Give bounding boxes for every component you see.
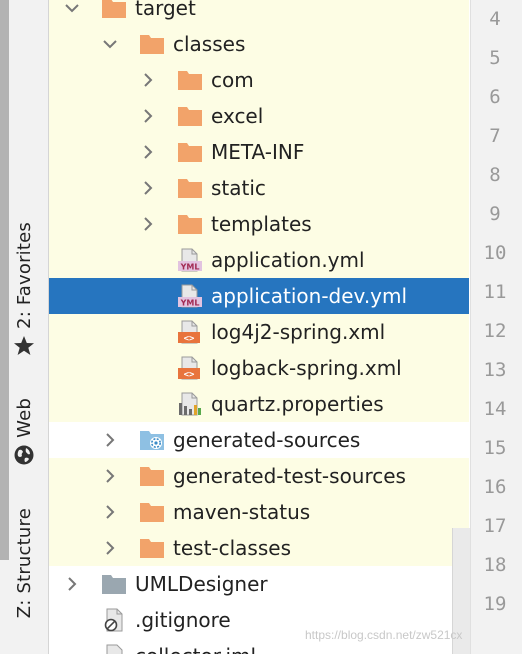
line-number: 18	[483, 554, 507, 576]
source-folder-icon	[140, 431, 164, 450]
tree-row-application-yml[interactable]: YML application.yml	[49, 242, 469, 278]
tree-row-log4j2-spring-xml[interactable]: <> log4j2-spring.xml	[49, 314, 469, 350]
folder-orange-icon	[140, 35, 164, 54]
star-icon	[13, 335, 35, 361]
tree-item-label: .gitignore	[135, 608, 231, 632]
folder-orange-icon	[178, 215, 202, 234]
tree-item-label: classes	[173, 32, 246, 56]
chevron-right-icon[interactable]	[139, 107, 157, 125]
tree-item-label: UMLDesigner	[135, 572, 268, 596]
chevron-right-icon[interactable]	[101, 503, 119, 521]
folder-orange-icon	[102, 0, 126, 18]
folder-orange-icon	[178, 71, 202, 90]
tree-row-test-classes[interactable]: test-classes	[49, 530, 469, 566]
structure-tab-label: Z: Structure	[13, 508, 35, 619]
line-number: 6	[489, 86, 501, 108]
tree-row-umldesigner[interactable]: UMLDesigner	[49, 566, 469, 602]
folder-orange-icon	[178, 107, 202, 126]
yml-file-icon: YML	[178, 284, 202, 308]
svg-text:<>: <>	[184, 370, 195, 380]
tree-row-maven-status[interactable]: maven-status	[49, 494, 469, 530]
tree-row-target[interactable]: target	[49, 0, 469, 26]
line-number: 19	[483, 593, 507, 615]
web-tab[interactable]: Web	[7, 398, 41, 470]
xml-file-icon: <>	[178, 356, 200, 380]
svg-text:<>: <>	[184, 334, 195, 344]
tree-item-label: target	[135, 0, 196, 20]
xml-file-icon: <>	[178, 320, 200, 344]
tree-item-label: excel	[211, 104, 264, 128]
chevron-right-icon[interactable]	[139, 71, 157, 89]
tree-item-label: quartz.properties	[211, 392, 384, 416]
chevron-right-icon[interactable]	[139, 143, 157, 161]
tree-item-label: logback-spring.xml	[211, 356, 402, 380]
chevron-down-icon[interactable]	[63, 0, 81, 17]
line-number: 7	[489, 125, 501, 147]
chevron-right-icon[interactable]	[63, 575, 81, 593]
tree-item-label: static	[211, 176, 266, 200]
chevron-right-icon[interactable]	[139, 215, 157, 233]
folder-orange-icon	[140, 539, 164, 558]
line-number: 5	[489, 47, 501, 69]
tree-row-application-dev-yml[interactable]: YML application-dev.yml	[49, 278, 469, 314]
tree-item-label: META-INF	[211, 140, 305, 164]
line-number: 17	[483, 515, 507, 537]
tree-row-static[interactable]: static	[49, 170, 469, 206]
line-number: 13	[483, 359, 507, 381]
globe-icon	[13, 444, 35, 470]
tree-item-label: log4j2-spring.xml	[211, 320, 386, 344]
chevron-right-icon[interactable]	[101, 539, 119, 557]
line-number: 11	[483, 281, 507, 303]
tree-row-generated-test-sources[interactable]: generated-test-sources	[49, 458, 469, 494]
tree-item-label: generated-sources	[173, 428, 361, 452]
tree-row-meta-inf[interactable]: META-INF	[49, 134, 469, 170]
tree-item-label: collector.iml	[135, 644, 256, 654]
chevron-right-icon[interactable]	[101, 431, 119, 449]
tree-row-generated-sources[interactable]: generated-sources	[49, 422, 469, 458]
editor-gutter: 4 5 6 7 8 9 10 11 12 13 14 15 16 17 18 1…	[470, 0, 522, 654]
tree-item-label: com	[211, 68, 254, 92]
favorites-tab[interactable]: 2: Favorites	[7, 222, 41, 361]
chevron-down-icon[interactable]	[101, 35, 119, 53]
tree-row-com[interactable]: com	[49, 62, 469, 98]
chevron-right-icon[interactable]	[101, 467, 119, 485]
chevron-right-icon[interactable]	[139, 179, 157, 197]
tree-row-quartz-properties[interactable]: quartz.properties	[49, 386, 469, 422]
tree-item-label: application.yml	[211, 248, 365, 272]
tree-row-templates[interactable]: templates	[49, 206, 469, 242]
tree-item-label: test-classes	[173, 536, 291, 560]
tree-item-label: application-dev.yml	[211, 284, 408, 308]
properties-file-icon	[179, 392, 201, 416]
svg-text:YML: YML	[180, 299, 200, 308]
line-number: 4	[489, 8, 501, 30]
iml-file-icon	[106, 644, 123, 654]
line-number: 9	[489, 203, 501, 225]
folder-gray-icon	[102, 575, 126, 594]
line-number: 14	[483, 398, 507, 420]
folder-orange-icon	[178, 179, 202, 198]
folder-orange-icon	[140, 503, 164, 522]
tree-row-logback-spring-xml[interactable]: <> logback-spring.xml	[49, 350, 469, 386]
structure-tab[interactable]: Z: Structure	[7, 508, 41, 618]
line-number: 12	[483, 320, 507, 342]
tree-item-label: maven-status	[173, 500, 311, 524]
line-number: 15	[483, 437, 507, 459]
line-number: 10	[483, 242, 507, 264]
gitignore-file-icon	[104, 608, 123, 632]
tree-item-label: generated-test-sources	[173, 464, 406, 488]
svg-text:YML: YML	[180, 263, 200, 272]
folder-orange-icon	[140, 467, 164, 486]
yml-file-icon: YML	[178, 248, 202, 272]
tree-row-classes[interactable]: classes	[49, 26, 469, 62]
tree-item-label: templates	[211, 212, 312, 236]
line-number: 8	[489, 164, 501, 186]
left-tool-strip: 2: Favorites Web Z: Structure	[0, 0, 49, 654]
folder-orange-icon	[178, 143, 202, 162]
web-tab-label: Web	[13, 398, 35, 438]
tree-row-excel[interactable]: excel	[49, 98, 469, 134]
line-number: 16	[483, 476, 507, 498]
favorites-tab-label: 2: Favorites	[13, 222, 35, 329]
project-tree: target classes com excel META-INF static…	[49, 0, 469, 654]
watermark-text: https://blog.csdn.net/zw521cx	[305, 628, 463, 642]
